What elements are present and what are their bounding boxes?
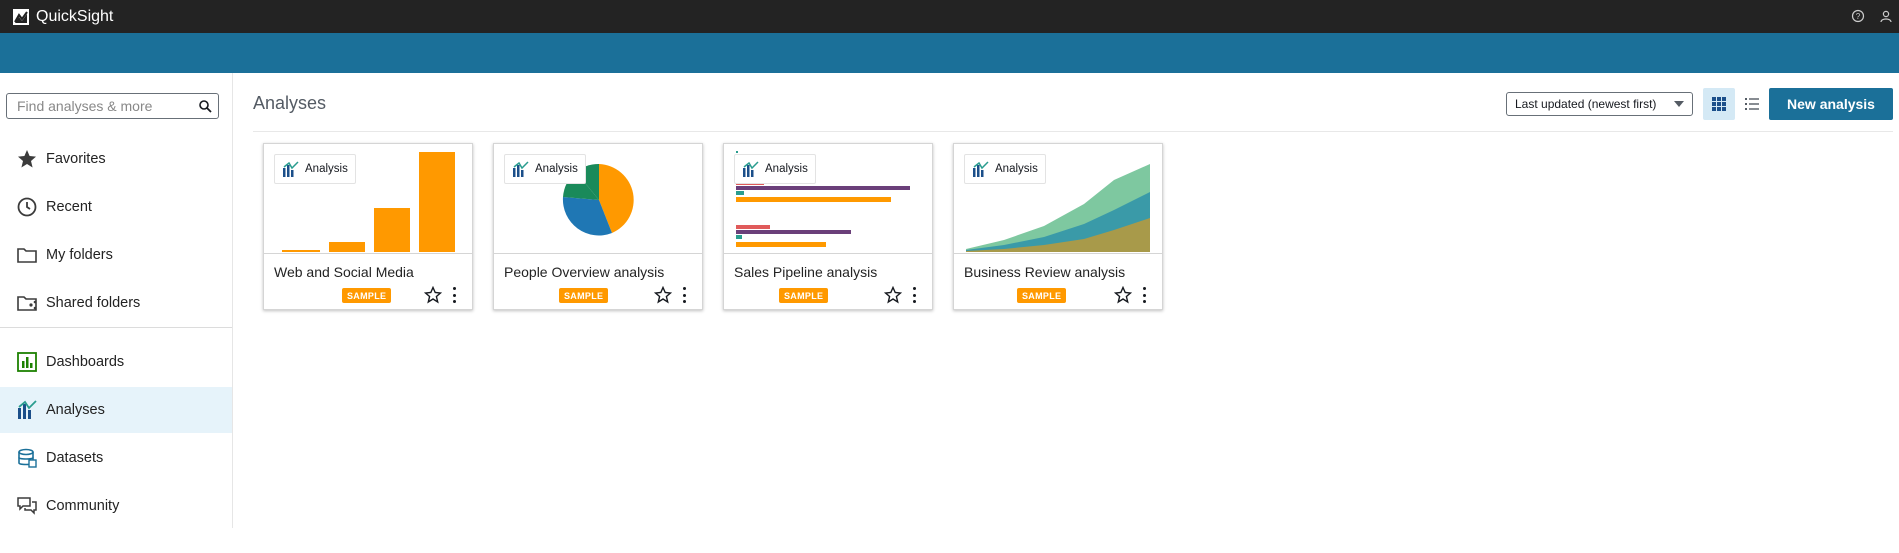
page-title: Analyses (253, 93, 327, 113)
analysis-badge: Analysis (274, 154, 356, 184)
card-thumbnail: Analysis (954, 144, 1162, 254)
sidebar-item-dashboards[interactable]: Dashboards (0, 339, 232, 385)
sidebar-item-label: Dashboards (46, 354, 125, 370)
analysis-badge: Analysis (964, 154, 1046, 184)
app-title: QuickSight (36, 7, 114, 25)
sidebar-item-community[interactable]: Community (0, 483, 232, 529)
analysis-icon (743, 160, 759, 177)
favorite-star-icon[interactable] (884, 286, 902, 304)
search-icon[interactable] (198, 99, 212, 113)
banner (0, 33, 1899, 73)
sample-tag: SAMPLE (779, 288, 829, 303)
card-more-menu-icon[interactable] (680, 286, 688, 304)
app-logo[interactable]: QuickSight (12, 8, 113, 26)
sidebar-item-label: Datasets (46, 450, 104, 466)
analysis-icon (283, 160, 299, 177)
favorite-star-icon[interactable] (654, 286, 672, 304)
quicksight-logo-icon (13, 8, 29, 25)
search-input[interactable] (17, 98, 197, 114)
analysis-icon (16, 399, 38, 421)
analysis-badge: Analysis (734, 154, 816, 184)
analysis-card[interactable]: Analysis Web and Social Media SAMPLE (263, 143, 473, 310)
dataset-icon (16, 447, 38, 469)
sidebar-item-shared-folders[interactable]: Shared folders (0, 280, 232, 326)
sidebar-item-recent[interactable]: Recent (0, 184, 232, 230)
sidebar-item-label: Favorites (46, 151, 106, 167)
header-divider (253, 131, 1893, 132)
sort-dropdown[interactable]: Last updated (newest first) (1506, 92, 1693, 116)
card-title[interactable]: Sales Pipeline analysis (734, 264, 877, 280)
sidebar-item-favorites[interactable]: Favorites (0, 136, 232, 182)
card-more-menu-icon[interactable] (910, 286, 918, 304)
search-box (6, 93, 219, 119)
badge-label: Analysis (305, 163, 348, 175)
sidebar-item-label: My folders (46, 247, 113, 263)
top-bar: QuickSight ? (0, 0, 1899, 33)
grid-icon (1712, 97, 1726, 111)
sidebar-item-analyses[interactable]: Analyses (0, 387, 232, 433)
favorite-star-icon[interactable] (1114, 286, 1132, 304)
badge-label: Analysis (535, 163, 578, 175)
main-content: Analyses Last updated (newest first) New… (233, 73, 1899, 553)
card-more-menu-icon[interactable] (1140, 286, 1148, 304)
sidebar: Favorites Recent My folders Shared folde… (0, 73, 233, 528)
analysis-card[interactable]: Analysis Sales Pipeline analysis SAMPLE (723, 143, 933, 310)
card-title[interactable]: People Overview analysis (504, 264, 664, 280)
card-thumbnail: Analysis (494, 144, 702, 254)
new-analysis-button[interactable]: New analysis (1769, 88, 1893, 120)
sidebar-item-label: Shared folders (46, 295, 141, 311)
analysis-card[interactable]: Analysis People Overview analysis SAMPLE (493, 143, 703, 310)
card-thumbnail: Analysis (264, 144, 472, 254)
favorite-star-icon[interactable] (424, 286, 442, 304)
card-thumbnail: Analysis (724, 144, 932, 254)
list-icon (1745, 98, 1759, 110)
dashboard-icon (16, 351, 38, 373)
analysis-icon (513, 160, 529, 177)
sidebar-item-my-folders[interactable]: My folders (0, 232, 232, 278)
chevron-down-icon (1674, 101, 1684, 107)
sample-tag: SAMPLE (342, 288, 392, 303)
help-icon[interactable]: ? (1851, 9, 1865, 23)
analysis-icon (973, 160, 989, 177)
sidebar-item-datasets[interactable]: Datasets (0, 435, 232, 481)
sidebar-item-label: Community (46, 498, 120, 514)
card-title[interactable]: Business Review analysis (964, 264, 1125, 280)
badge-label: Analysis (995, 163, 1038, 175)
folder-icon (16, 244, 38, 266)
sample-tag: SAMPLE (1017, 288, 1067, 303)
clock-icon (16, 196, 38, 218)
sidebar-item-label: Analyses (46, 402, 105, 418)
analysis-badge: Analysis (504, 154, 586, 184)
list-view-button[interactable] (1737, 88, 1767, 120)
svg-text:?: ? (1856, 12, 1861, 21)
sort-dropdown-value: Last updated (newest first) (1515, 97, 1657, 111)
card-more-menu-icon[interactable] (450, 286, 458, 304)
user-icon[interactable] (1879, 9, 1893, 23)
sample-tag: SAMPLE (559, 288, 609, 303)
analysis-card[interactable]: Analysis Business Review analysis SAMPLE (953, 143, 1163, 310)
badge-label: Analysis (765, 163, 808, 175)
sidebar-item-label: Recent (46, 199, 92, 215)
shared-folder-icon (16, 292, 38, 314)
star-icon (16, 148, 38, 170)
grid-view-button[interactable] (1703, 88, 1735, 120)
sidebar-divider (0, 327, 232, 328)
community-icon (16, 495, 38, 517)
card-title[interactable]: Web and Social Media (274, 264, 414, 280)
